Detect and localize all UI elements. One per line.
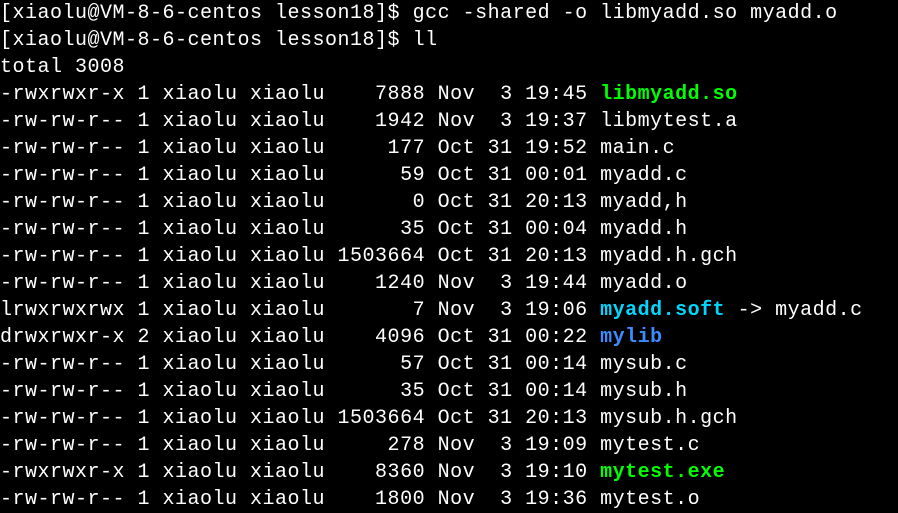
ls-entry-row: -rw-rw-r-- 1 xiaolu xiaolu 35 Oct 31 00:… (0, 378, 898, 405)
ls-entry-meta: -rw-rw-r-- 1 xiaolu xiaolu 1240 Nov 3 19… (0, 272, 600, 295)
command-text: gcc -shared -o libmyadd.so myadd.o (413, 2, 838, 25)
ls-entry-meta: -rw-rw-r-- 1 xiaolu xiaolu 1503664 Oct 3… (0, 407, 600, 430)
ls-entry-meta: -rwxrwxr-x 1 xiaolu xiaolu 7888 Nov 3 19… (0, 83, 600, 106)
ls-entry-row: -rwxrwxr-x 1 xiaolu xiaolu 7888 Nov 3 19… (0, 81, 898, 108)
file-name: mysub.c (600, 353, 688, 376)
command-text: ll (413, 29, 438, 52)
ls-entry-meta: -rw-rw-r-- 1 xiaolu xiaolu 59 Oct 31 00:… (0, 164, 600, 187)
prompt: [xiaolu@VM-8-6-centos lesson18]$ (0, 29, 413, 52)
file-name: mysub.h (600, 380, 688, 403)
file-name: myadd.o (600, 272, 688, 295)
file-name: mytest.o (600, 488, 700, 511)
ls-entry-row: lrwxrwxrwx 1 xiaolu xiaolu 7 Nov 3 19:06… (0, 297, 898, 324)
ls-entry-row: drwxrwxr-x 2 xiaolu xiaolu 4096 Oct 31 0… (0, 324, 898, 351)
file-name: mysub.h.gch (600, 407, 738, 430)
ls-entry-meta: -rw-rw-r-- 1 xiaolu xiaolu 278 Nov 3 19:… (0, 434, 600, 457)
ls-entry-row: -rw-rw-r-- 1 xiaolu xiaolu 1942 Nov 3 19… (0, 108, 898, 135)
symlink-arrow: -> (725, 299, 775, 322)
ls-entry-row: -rw-rw-r-- 1 xiaolu xiaolu 59 Oct 31 00:… (0, 162, 898, 189)
ls-entry-row: -rw-rw-r-- 1 xiaolu xiaolu 278 Nov 3 19:… (0, 432, 898, 459)
ls-entry-row: -rw-rw-r-- 1 xiaolu xiaolu 1503664 Oct 3… (0, 405, 898, 432)
ls-entry-meta: -rw-rw-r-- 1 xiaolu xiaolu 177 Oct 31 19… (0, 137, 600, 160)
ls-entry-meta: -rw-rw-r-- 1 xiaolu xiaolu 35 Oct 31 00:… (0, 380, 600, 403)
file-name: myadd.soft (600, 299, 725, 322)
prompt-line-2: [xiaolu@VM-8-6-centos lesson18]$ ll (0, 27, 898, 54)
symlink-target: myadd.c (775, 299, 863, 322)
ls-entry-meta: drwxrwxr-x 2 xiaolu xiaolu 4096 Oct 31 0… (0, 326, 600, 349)
file-name: mytest.exe (600, 461, 725, 484)
file-name: libmyadd.so (600, 83, 738, 106)
ls-entry-meta: -rw-rw-r-- 1 xiaolu xiaolu 1503664 Oct 3… (0, 245, 600, 268)
prompt: [xiaolu@VM-8-6-centos lesson18]$ (0, 2, 413, 25)
ls-entry-row: -rw-rw-r-- 1 xiaolu xiaolu 1503664 Oct 3… (0, 243, 898, 270)
ls-total-line: total 3008 (0, 54, 898, 81)
ls-entry-row: -rw-rw-r-- 1 xiaolu xiaolu 57 Oct 31 00:… (0, 351, 898, 378)
ls-entry-row: -rw-rw-r-- 1 xiaolu xiaolu 177 Oct 31 19… (0, 135, 898, 162)
file-name: myadd.h (600, 218, 688, 241)
file-name: myadd.c (600, 164, 688, 187)
terminal-output[interactable]: [xiaolu@VM-8-6-centos lesson18]$ gcc -sh… (0, 0, 898, 513)
ls-entry-row: -rw-rw-r-- 1 xiaolu xiaolu 35 Oct 31 00:… (0, 216, 898, 243)
ls-entry-row: -rw-rw-r-- 1 xiaolu xiaolu 1800 Nov 3 19… (0, 486, 898, 513)
file-name: mytest.c (600, 434, 700, 457)
ls-entry-meta: -rw-rw-r-- 1 xiaolu xiaolu 0 Oct 31 20:1… (0, 191, 600, 214)
file-name: myadd.h.gch (600, 245, 738, 268)
ls-entry-row: -rw-rw-r-- 1 xiaolu xiaolu 0 Oct 31 20:1… (0, 189, 898, 216)
ls-entry-row: -rw-rw-r-- 1 xiaolu xiaolu 1240 Nov 3 19… (0, 270, 898, 297)
prompt-line-1: [xiaolu@VM-8-6-centos lesson18]$ gcc -sh… (0, 0, 898, 27)
file-name: myadd,h (600, 191, 688, 214)
ls-entry-meta: -rw-rw-r-- 1 xiaolu xiaolu 1800 Nov 3 19… (0, 488, 600, 511)
ls-entry-meta: -rw-rw-r-- 1 xiaolu xiaolu 1942 Nov 3 19… (0, 110, 600, 133)
file-name: libmytest.a (600, 110, 738, 133)
ls-entry-meta: -rwxrwxr-x 1 xiaolu xiaolu 8360 Nov 3 19… (0, 461, 600, 484)
ls-entry-row: -rwxrwxr-x 1 xiaolu xiaolu 8360 Nov 3 19… (0, 459, 898, 486)
file-name: main.c (600, 137, 675, 160)
ls-entry-meta: -rw-rw-r-- 1 xiaolu xiaolu 57 Oct 31 00:… (0, 353, 600, 376)
ls-entry-meta: lrwxrwxrwx 1 xiaolu xiaolu 7 Nov 3 19:06 (0, 299, 600, 322)
file-name: mylib (600, 326, 663, 349)
ls-entry-meta: -rw-rw-r-- 1 xiaolu xiaolu 35 Oct 31 00:… (0, 218, 600, 241)
